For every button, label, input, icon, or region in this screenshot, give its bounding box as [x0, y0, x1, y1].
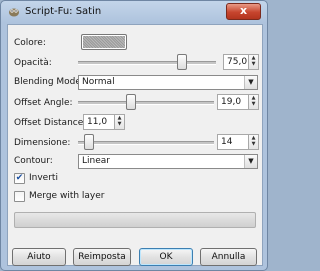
opacita-value: 75,0: [227, 57, 248, 67]
opacita-slider-track[interactable]: [78, 61, 216, 65]
colore-color-button[interactable]: [81, 34, 127, 50]
window-title: Script-Fu: Satin: [25, 6, 102, 17]
dialog-content: Colore: Opacità: 75,0 ▲ ▼ Blending Mode:…: [7, 24, 263, 266]
reset-button-label: Reimposta: [78, 252, 126, 262]
blending-mode-select[interactable]: Normal ▼: [78, 75, 258, 90]
help-button[interactable]: Aiuto: [12, 248, 66, 266]
merge-with-layer-checkbox[interactable]: [14, 191, 25, 202]
dimensione-spin-arrows[interactable]: ▲ ▼: [248, 134, 259, 150]
reset-button[interactable]: Reimposta: [73, 248, 131, 266]
inverti-label[interactable]: Inverti: [29, 173, 58, 183]
opacita-spin-arrows[interactable]: ▲ ▼: [248, 54, 259, 70]
offset-angle-slider-handle[interactable]: [126, 94, 137, 110]
chevron-down-icon[interactable]: ▼: [244, 76, 257, 89]
spin-down-icon: ▼: [117, 121, 122, 127]
dimensione-value: 14: [221, 137, 233, 147]
blending-mode-label: Blending Mode:: [14, 77, 84, 87]
offset-angle-label: Offset Angle:: [14, 98, 73, 108]
ok-button[interactable]: OK: [139, 248, 193, 266]
spin-down-icon: ▼: [251, 101, 256, 107]
merge-with-layer-label[interactable]: Merge with layer: [29, 191, 105, 201]
cancel-button-label: Annulla: [211, 252, 246, 262]
offset-distance-spin-arrows[interactable]: ▲ ▼: [114, 114, 125, 130]
cancel-button[interactable]: Annulla: [200, 248, 257, 266]
spin-down-icon: ▼: [251, 141, 256, 147]
gimp-icon: [9, 8, 19, 17]
offset-distance-value: 11,0: [87, 117, 108, 127]
opacita-spin-input[interactable]: 75,0: [223, 54, 249, 70]
offset-angle-spin-input[interactable]: 19,0: [217, 94, 249, 110]
ok-button-label: OK: [159, 252, 173, 262]
dimensione-slider-handle[interactable]: [83, 134, 94, 150]
close-icon: x: [239, 4, 248, 17]
progress-bar: [14, 212, 256, 228]
blending-mode-value: Normal: [82, 77, 115, 87]
close-button[interactable]: x: [226, 3, 261, 20]
opacita-label: Opacità:: [14, 58, 52, 68]
contour-label: Contour:: [14, 156, 53, 166]
help-button-label: Aiuto: [27, 252, 51, 262]
offset-angle-value: 19,0: [221, 97, 242, 107]
offset-angle-spin-arrows[interactable]: ▲ ▼: [248, 94, 259, 110]
dimensione-spin-input[interactable]: 14: [217, 134, 249, 150]
script-fu-satin-dialog: Script-Fu: Satin x Colore: Opacità: 75,0…: [0, 0, 268, 271]
offset-distance-spin-input[interactable]: 11,0: [83, 114, 115, 130]
spin-down-icon: ▼: [251, 61, 256, 67]
colore-label: Colore:: [14, 38, 46, 48]
offset-distance-label: Offset Distance:: [14, 118, 87, 128]
dimensione-slider-track[interactable]: [78, 141, 214, 145]
contour-value: Linear: [82, 156, 110, 166]
title-bar: Script-Fu: Satin x: [1, 1, 267, 23]
opacita-slider-handle[interactable]: [176, 54, 187, 70]
checkmark-icon: ✔: [15, 173, 24, 183]
dimensione-label: Dimensione:: [14, 138, 71, 148]
contour-select[interactable]: Linear ▼: [78, 154, 258, 169]
inverti-checkbox[interactable]: ✔: [14, 173, 25, 184]
offset-angle-slider-track[interactable]: [78, 101, 214, 105]
chevron-down-icon[interactable]: ▼: [244, 155, 257, 168]
